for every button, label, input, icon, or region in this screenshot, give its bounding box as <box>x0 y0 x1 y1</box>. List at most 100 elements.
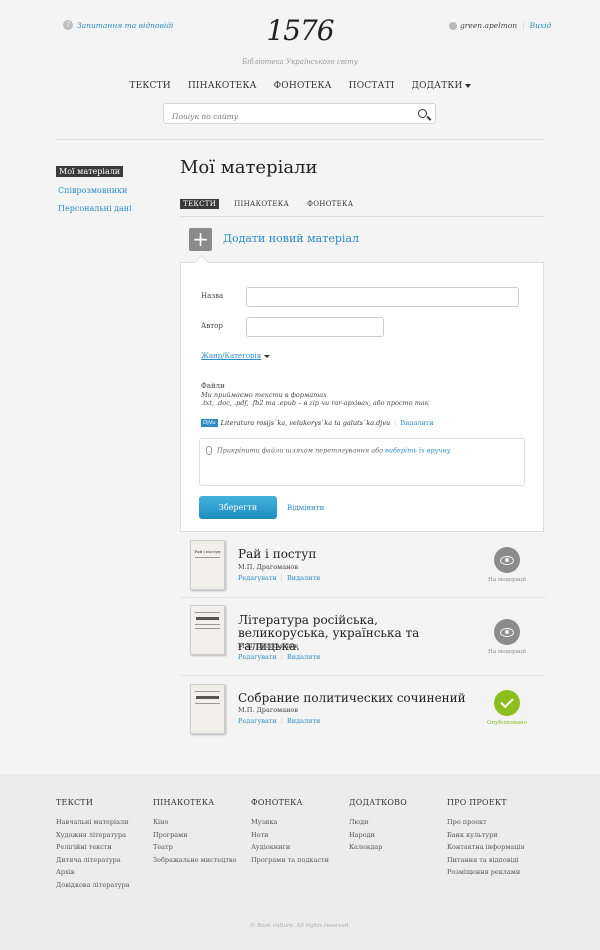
user-icon <box>449 21 457 30</box>
item-author: М.П. Драгоманов <box>238 642 298 650</box>
thumbnail-line <box>196 696 219 699</box>
divider <box>180 597 545 598</box>
name-field[interactable] <box>246 287 519 307</box>
files-hint: Ми приймаємо тексти в форматах .txt, .do… <box>201 391 521 407</box>
sidebar-item-personal-data[interactable]: Персональні дані <box>56 204 132 213</box>
footer-link[interactable]: Аудіокниги <box>251 843 329 851</box>
status-text: На модерації <box>488 649 526 655</box>
page-title: Мої матеріали <box>180 157 318 178</box>
footer-heading: ФОНОТЕКА <box>251 798 303 807</box>
footer-link[interactable]: Дитяча література <box>56 856 130 864</box>
delete-file-link[interactable]: Видалити <box>400 419 433 427</box>
item-thumbnail[interactable] <box>190 605 225 655</box>
footer-link[interactable]: Програми <box>153 831 237 839</box>
footer-link[interactable]: Питання та відповіді <box>447 856 525 864</box>
thumbnail-title: Рай і поступ <box>194 549 221 554</box>
thumbnail-line <box>195 703 220 704</box>
footer-link[interactable]: Театр <box>153 843 237 851</box>
footer-link[interactable]: Контактна інформація <box>447 843 525 851</box>
footer-link[interactable]: Архів <box>56 868 130 876</box>
footer-link[interactable]: Ноти <box>251 831 329 839</box>
footer-link[interactable]: Художня література <box>56 831 130 839</box>
footer-col-about: ПРО ПРОЕКТ Про проект Банк культури Конт… <box>447 798 525 881</box>
sidebar: Мої матеріали Співрозмовники Персональні… <box>56 166 132 222</box>
check-icon <box>500 694 514 709</box>
eye-icon <box>500 627 514 637</box>
footer-link[interactable]: Зображальне мистецтво <box>153 856 237 864</box>
nav-item-fonoteka[interactable]: ФОНОТЕКА <box>274 81 332 91</box>
files-hint-line-1: Ми приймаємо тексти в форматах <box>201 391 327 399</box>
footer-link[interactable]: Розміщення реклами <box>447 868 525 876</box>
eye-icon <box>500 555 514 565</box>
delete-link[interactable]: Видалити <box>287 717 320 725</box>
divider <box>180 675 545 676</box>
delete-link[interactable]: Видалити <box>287 653 320 661</box>
footer-link[interactable]: Програми та подкасти <box>251 856 329 864</box>
author-field[interactable] <box>246 317 384 337</box>
status-badge <box>494 547 520 573</box>
separator: | <box>280 653 283 661</box>
nav-item-addons[interactable]: ДОДАТКИ <box>412 81 471 91</box>
chevron-down-icon <box>264 354 271 358</box>
nav-item-persons[interactable]: ПОСТАТІ <box>349 81 395 91</box>
footer-link[interactable]: Банк культури <box>447 831 525 839</box>
files-label: Файли <box>201 382 225 390</box>
site-tagline: Бібліотека Українського світу <box>242 58 358 66</box>
item-thumbnail[interactable]: Рай і поступ <box>190 540 225 590</box>
material-tabs: ТЕКСТИ ПІНАКОТЕКА ФОНОТЕКА <box>180 199 356 209</box>
edit-link[interactable]: Редагувати <box>238 717 277 725</box>
item-thumbnail[interactable] <box>190 684 225 734</box>
footer-link[interactable]: Кіно <box>153 818 237 826</box>
cancel-link[interactable]: Відмінити <box>287 504 324 512</box>
site-logo[interactable]: 1576 <box>0 14 600 47</box>
item-actions: Редагувати | Видалити <box>238 717 320 725</box>
search-input[interactable] <box>164 107 410 126</box>
thumbnail-line <box>196 617 219 620</box>
item-actions: Редагувати | Видалити <box>238 653 320 661</box>
choose-files-link[interactable]: виберіть їх вручну <box>385 447 450 455</box>
footer-link[interactable]: Релігійні тексти <box>56 843 130 851</box>
nav-item-addons-label: ДОДАТКИ <box>411 81 463 91</box>
edit-link[interactable]: Редагувати <box>238 653 277 661</box>
footer-col-pinakoteka: ПІНАКОТЕКА Кіно Програми Театр Зображаль… <box>153 798 237 868</box>
status-text: Опубліковано <box>486 720 528 726</box>
tab-pinakoteka[interactable]: ПІНАКОТЕКА <box>231 199 292 209</box>
status-badge <box>494 619 520 645</box>
footer-link[interactable]: Люди <box>349 818 407 826</box>
tab-fonoteka[interactable]: ФОНОТЕКА <box>304 199 356 209</box>
tab-texts[interactable]: ТЕКСТИ <box>180 199 220 209</box>
thumbnail-line <box>195 612 220 613</box>
user-menu: green.apelmon | Вихід <box>449 21 551 30</box>
sidebar-item-my-materials[interactable]: Мої матеріали <box>56 166 124 177</box>
save-button[interactable]: Зберегти <box>199 496 277 519</box>
divider <box>55 139 545 140</box>
footer-link[interactable]: Довідкова література <box>56 881 130 889</box>
footer-link[interactable]: Навчальні матеріали <box>56 818 130 826</box>
footer-col-texts: ТЕКСТИ Навчальні матеріали Художня літер… <box>56 798 130 893</box>
footer-link[interactable]: Народи <box>349 831 407 839</box>
delete-link[interactable]: Видалити <box>287 574 320 582</box>
sidebar-item-contacts[interactable]: Співрозмовники <box>56 186 127 195</box>
edit-link[interactable]: Редагувати <box>238 574 277 582</box>
username[interactable]: green.apelmon <box>460 21 517 30</box>
djvu-badge: DjVu <box>201 419 218 427</box>
item-actions: Редагувати | Видалити <box>238 574 320 582</box>
logout-link[interactable]: Вихід <box>530 21 552 30</box>
item-title[interactable]: Рай і поступ <box>238 548 458 561</box>
footer-heading: ПРО ПРОЕКТ <box>447 798 507 807</box>
item-author: М.П. Драгоманов <box>238 706 298 714</box>
nav-item-texts[interactable]: ТЕКСТИ <box>129 81 170 91</box>
thumbnail-line <box>195 624 220 625</box>
search-icon[interactable] <box>418 109 427 118</box>
footer-link[interactable]: Календар <box>349 843 407 851</box>
nav-item-pinakoteka[interactable]: ПІНАКОТЕКА <box>188 81 257 91</box>
add-material-link[interactable]: Додати новий матеріал <box>223 232 359 245</box>
genre-dropdown[interactable]: Жанр/Категорія <box>201 352 271 360</box>
name-label: Назва <box>201 292 224 300</box>
item-title[interactable]: Собрание политических сочинений <box>238 692 468 705</box>
footer-link[interactable]: Музика <box>251 818 329 826</box>
file-dropzone[interactable]: Прикріпити файли шляхом перетягування аб… <box>199 438 525 486</box>
plus-icon[interactable]: + <box>189 228 212 251</box>
thumbnail-line <box>195 628 220 629</box>
footer-link[interactable]: Про проект <box>447 818 525 826</box>
